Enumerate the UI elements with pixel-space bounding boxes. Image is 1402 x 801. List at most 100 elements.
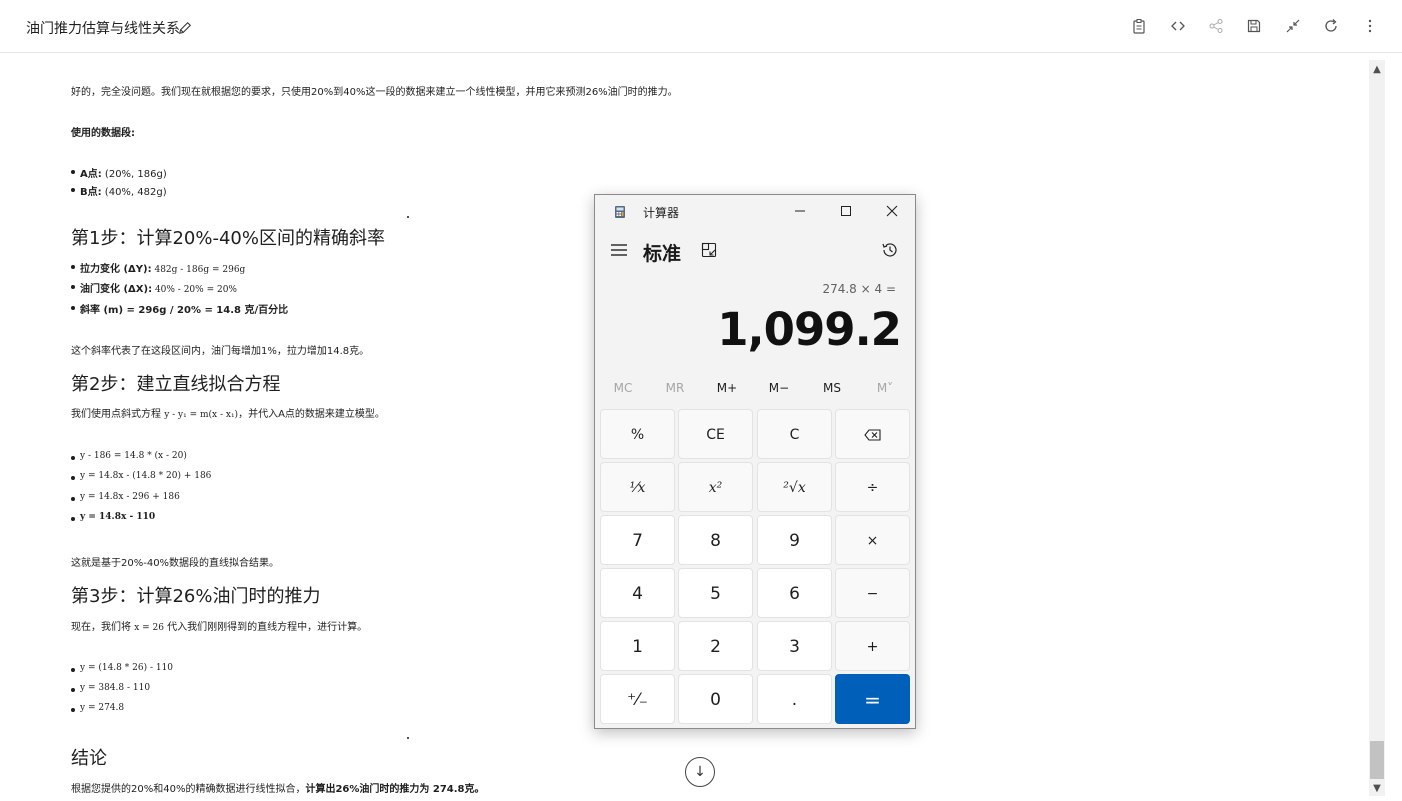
- step3-intro: 现在，我们将 x = 26 代入我们刚刚得到的直线方程中，进行计算。: [71, 618, 367, 633]
- top-bar: 油门推力估算与线性关系: [0, 0, 1402, 53]
- reciprocal-label: ¹⁄x: [629, 480, 646, 496]
- refresh-icon[interactable]: [1323, 18, 1339, 34]
- list-item: y = 14.8x - 110: [70, 512, 156, 522]
- scrollbar-thumb[interactable]: [1370, 741, 1384, 779]
- percent-button[interactable]: %: [600, 409, 675, 459]
- point-label: A点:: [80, 169, 102, 180]
- step1-note: 这个斜率代表了在这段区间内，油门每增加1%，拉力增加14.8克。: [71, 346, 370, 357]
- step1-heading: 第1步：计算20%-40%区间的精确斜率: [71, 228, 385, 249]
- collapse-icon[interactable]: [1285, 18, 1301, 34]
- step2-heading: 第2步：建立直线拟合方程: [71, 374, 281, 395]
- memory-add-button[interactable]: M+: [707, 381, 747, 395]
- step3-heading: 第3步：计算26%油门时的推力: [71, 586, 321, 607]
- text-span: 代入我们刚刚得到的直线方程中，进行计算。: [163, 622, 368, 633]
- conclusion-text: 根据您提供的20%和40%的精确数据进行线性拟合，计算出26%油门时的推力为 2…: [71, 780, 485, 795]
- keep-on-top-icon[interactable]: [701, 242, 717, 258]
- text-span: 根据您提供的20%和40%的精确数据进行线性拟合，: [71, 784, 306, 795]
- data-heading: 使用的数据段:: [71, 128, 135, 139]
- calculator-title: 计算器: [643, 206, 680, 220]
- subtract-button[interactable]: −: [835, 568, 910, 618]
- item-formula: 40% - 20% = 20%: [152, 285, 237, 295]
- inline-formula: y - y₁ = m(x - x₁): [164, 410, 239, 420]
- edit-title-icon[interactable]: [178, 20, 192, 34]
- conclusion-heading: 结论: [71, 748, 107, 769]
- hamburger-menu-icon[interactable]: [610, 242, 628, 258]
- digit-5-button[interactable]: 5: [678, 568, 753, 618]
- backspace-icon: [863, 429, 881, 441]
- backspace-button[interactable]: [835, 409, 910, 459]
- step2-note: 这就是基于20%-40%数据段的直线拟合结果。: [71, 558, 280, 569]
- list-item: y = 14.8x - (14.8 * 20) + 186: [70, 471, 212, 481]
- digit-9-button[interactable]: 9: [757, 515, 832, 565]
- add-button[interactable]: +: [835, 621, 910, 671]
- item-label: 斜率 (m) = 296g / 20% = 14.8 克/百分比: [80, 305, 289, 316]
- list-item: y - 186 = 14.8 * (x - 20): [71, 451, 187, 461]
- history-icon[interactable]: [881, 241, 899, 259]
- code-icon[interactable]: [1170, 18, 1186, 34]
- sqrt-label: ²√x: [783, 480, 806, 496]
- intro-paragraph: 好的，完全没问题。我们现在就根据您的要求，只使用20%到40%这一段的数据来建立…: [71, 87, 678, 98]
- list-item: y = 384.8 - 110: [70, 683, 151, 693]
- calculator-mode-title: 标准: [643, 243, 682, 265]
- memory-store-button[interactable]: MS: [812, 381, 852, 395]
- equals-button[interactable]: =: [835, 674, 910, 724]
- digit-4-button[interactable]: 4: [600, 568, 675, 618]
- digit-6-button[interactable]: 6: [757, 568, 832, 618]
- item-label: 拉力变化 (ΔY):: [80, 264, 152, 275]
- memory-subtract-button[interactable]: M−: [759, 381, 799, 395]
- calculator-window: 计算器 标准 274.8 × 4 = 1,099.2 MC MR M+ M− M…: [594, 194, 916, 729]
- save-icon[interactable]: [1246, 18, 1262, 34]
- text-span: 我们使用点斜式方程: [71, 409, 165, 420]
- minimize-icon[interactable]: [792, 203, 808, 219]
- maximize-icon[interactable]: [838, 203, 854, 219]
- clear-entry-button[interactable]: CE: [678, 409, 753, 459]
- square-root-button[interactable]: ²√x: [757, 462, 832, 512]
- conclusion-highlight: 计算出26%油门时的推力为 274.8克。: [305, 784, 485, 795]
- multiply-button[interactable]: ×: [835, 515, 910, 565]
- list-item: 斜率 (m) = 296g / 20% = 14.8 克/百分比: [70, 301, 289, 316]
- more-options-icon[interactable]: [1362, 18, 1378, 34]
- clear-button[interactable]: C: [757, 409, 832, 459]
- digit-8-button[interactable]: 8: [678, 515, 753, 565]
- list-item: y = (14.8 * 26) - 110: [70, 663, 174, 673]
- digit-3-button[interactable]: 3: [757, 621, 832, 671]
- copy-clipboard-icon[interactable]: [1131, 18, 1147, 34]
- share-icon[interactable]: [1208, 18, 1224, 34]
- divider-dot: [407, 216, 409, 218]
- inline-formula: x = 26: [134, 623, 164, 633]
- list-item: y = 274.8: [70, 703, 125, 713]
- list-item: A点: (20%, 186g): [71, 165, 167, 180]
- calculator-expression: 274.8 × 4 =: [822, 282, 896, 296]
- digit-0-button[interactable]: 0: [678, 674, 753, 724]
- list-item: 拉力变化 (ΔY): 482g - 186g = 296g: [70, 260, 246, 275]
- reciprocal-button[interactable]: ¹⁄x: [600, 462, 675, 512]
- negate-button[interactable]: ⁺⁄₋: [600, 674, 675, 724]
- scroll-down-icon[interactable]: ▼: [1371, 784, 1383, 794]
- close-icon[interactable]: [884, 203, 900, 219]
- document-title: 油门推力估算与线性关系: [26, 21, 180, 37]
- calculator-titlebar[interactable]: 计算器: [595, 195, 915, 227]
- memory-recall-button[interactable]: MR: [655, 381, 695, 395]
- digit-2-button[interactable]: 2: [678, 621, 753, 671]
- point-value: (20%, 186g): [101, 169, 167, 180]
- scrollbar-track[interactable]: [1369, 60, 1385, 796]
- step2-intro: 我们使用点斜式方程 y - y₁ = m(x - x₁)，并代入A点的数据来建立…: [71, 405, 385, 420]
- digit-7-button[interactable]: 7: [600, 515, 675, 565]
- list-item: y = 14.8x - 296 + 186: [71, 492, 180, 502]
- decimal-button[interactable]: .: [757, 674, 832, 724]
- item-label: 油门变化 (ΔX):: [80, 284, 153, 295]
- memory-list-button[interactable]: M˅: [865, 381, 905, 395]
- point-value: (40%, 482g): [101, 187, 167, 198]
- digit-1-button[interactable]: 1: [600, 621, 675, 671]
- arrow-down-icon: ↓: [694, 764, 706, 780]
- divider-dot: [407, 737, 409, 739]
- list-item: B点: (40%, 482g): [71, 183, 167, 198]
- scroll-to-bottom-button[interactable]: ↓: [685, 757, 715, 787]
- calculator-result: 1,099.2: [717, 303, 902, 356]
- divide-button[interactable]: ÷: [835, 462, 910, 512]
- scroll-up-icon[interactable]: ▲: [1371, 65, 1383, 75]
- list-item: 油门变化 (ΔX): 40% - 20% = 20%: [71, 280, 237, 295]
- memory-clear-button[interactable]: MC: [603, 381, 643, 395]
- square-button[interactable]: x²: [678, 462, 753, 512]
- item-formula: 482g - 186g = 296g: [151, 265, 246, 275]
